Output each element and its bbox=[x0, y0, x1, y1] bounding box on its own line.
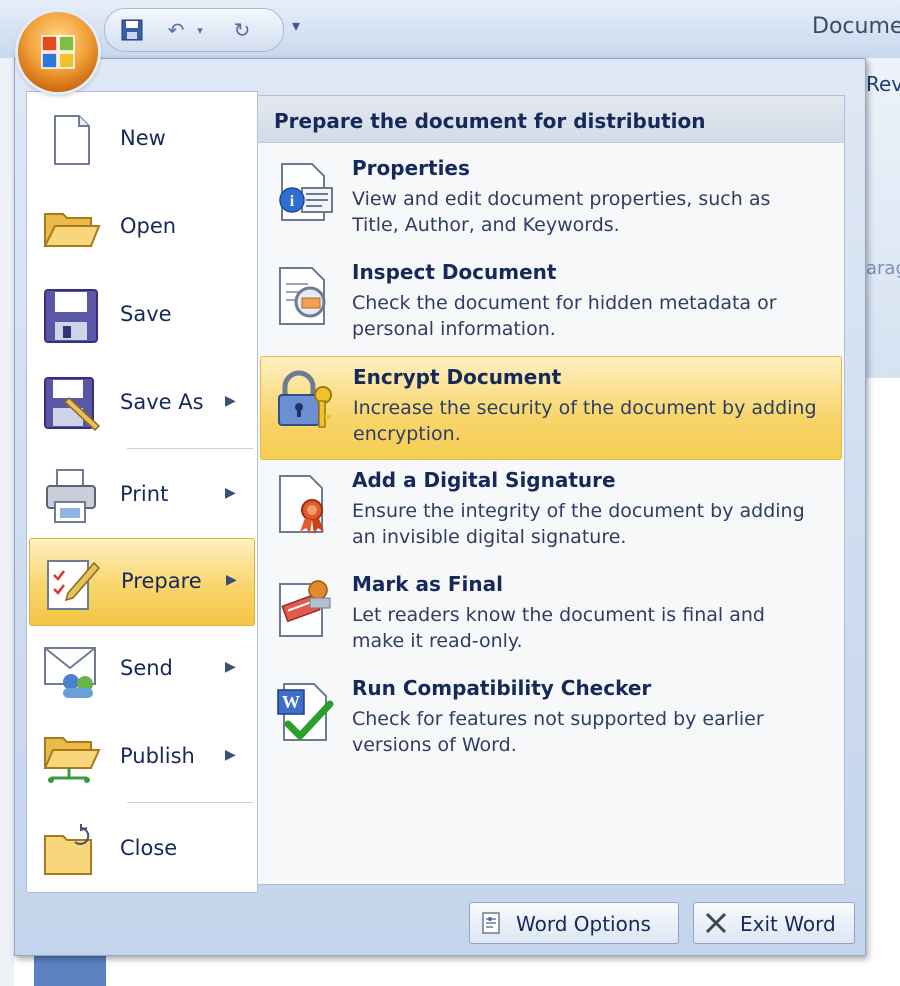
menu-item-label: Save bbox=[120, 302, 172, 326]
compatibility-check-icon: W bbox=[277, 683, 334, 742]
menu-item-label: Open bbox=[120, 214, 177, 238]
menu-item-label: Close bbox=[120, 836, 178, 860]
document-left-edge bbox=[0, 58, 14, 986]
properties-icon: i bbox=[279, 163, 333, 221]
open-folder-icon bbox=[43, 213, 101, 247]
submenu-arrow-icon: ▶ bbox=[226, 572, 237, 588]
prepare-item-inspect-document[interactable]: Inspect Document Check the document for … bbox=[260, 252, 840, 354]
new-document-icon bbox=[54, 115, 90, 165]
prepare-item-description: Check the document for hidden metadata o… bbox=[352, 292, 777, 340]
mark-final-icon bbox=[279, 580, 331, 637]
tab-review[interactable]: Rev bbox=[866, 72, 900, 96]
prepare-item-properties[interactable]: i Properties View and edit document prop… bbox=[260, 148, 840, 250]
chevron-down-icon[interactable]: ▾ bbox=[193, 19, 207, 41]
prepare-item-title: Inspect Document bbox=[352, 260, 557, 284]
office-menu-commands: New Open Save Save As ▶ Print ▶ Prepare … bbox=[26, 91, 258, 893]
submenu-arrow-icon: ▶ bbox=[225, 485, 236, 501]
printer-icon bbox=[46, 469, 96, 523]
office-button[interactable] bbox=[18, 12, 98, 92]
menu-separator bbox=[127, 802, 253, 803]
prepare-submenu: Prepare the document for distribution i … bbox=[257, 95, 845, 885]
lock-key-icon bbox=[278, 370, 332, 428]
menu-item-send[interactable]: Send ▶ bbox=[29, 626, 253, 712]
submenu-arrow-icon: ▶ bbox=[225, 659, 236, 675]
prepare-icon bbox=[47, 560, 101, 610]
office-logo-icon bbox=[41, 35, 75, 69]
quick-access-toolbar: ↶ ▾ ↻ bbox=[104, 8, 284, 52]
prepare-item-title: Add a Digital Signature bbox=[352, 468, 616, 492]
submenu-header: Prepare the document for distribution bbox=[258, 96, 844, 143]
ribbon-fragment bbox=[862, 58, 900, 378]
prepare-item-compatibility-checker[interactable]: W Run Compatibility Checker Check for fe… bbox=[260, 668, 840, 770]
title-bar: ↶ ▾ ↻ ▾ Docume bbox=[0, 0, 900, 59]
menu-item-label: Print bbox=[120, 482, 169, 506]
prepare-item-description: Ensure the integrity of the document by … bbox=[352, 500, 805, 548]
menu-item-save-as[interactable]: Save As ▶ bbox=[29, 360, 253, 446]
close-icon bbox=[705, 912, 727, 934]
word-options-label: Word Options bbox=[516, 912, 651, 936]
word-options-icon bbox=[482, 912, 500, 934]
office-menu: New Open Save Save As ▶ Print ▶ Prepare … bbox=[14, 58, 866, 956]
submenu-arrow-icon: ▶ bbox=[225, 393, 236, 409]
exit-word-button[interactable]: Exit Word bbox=[693, 902, 855, 944]
svg-text:i: i bbox=[290, 193, 295, 210]
menu-item-label: Prepare bbox=[121, 569, 202, 593]
menu-item-publish[interactable]: Publish ▶ bbox=[29, 714, 253, 800]
prepare-item-mark-as-final[interactable]: Mark as Final Let readers know the docum… bbox=[260, 564, 840, 666]
menu-separator bbox=[127, 448, 253, 449]
menu-item-label: Save As bbox=[120, 390, 204, 414]
prepare-item-description: Check for features not supported by earl… bbox=[352, 708, 764, 756]
svg-text:W: W bbox=[282, 692, 300, 712]
prepare-item-title: Properties bbox=[352, 156, 470, 180]
signature-ribbon-icon bbox=[279, 475, 324, 534]
ribbon-group-label: arag bbox=[866, 258, 900, 279]
prepare-item-encrypt-document[interactable]: Encrypt Document Increase the security o… bbox=[260, 356, 842, 460]
save-as-icon bbox=[44, 377, 101, 432]
submenu-arrow-icon: ▶ bbox=[225, 747, 236, 763]
menu-item-close[interactable]: Close bbox=[29, 806, 253, 892]
prepare-item-description: View and edit document properties, such … bbox=[352, 188, 771, 236]
prepare-item-description: Let readers know the document is final a… bbox=[352, 604, 765, 652]
menu-item-label: Publish bbox=[120, 744, 195, 768]
menu-item-label: Send bbox=[120, 656, 173, 680]
menu-item-save[interactable]: Save bbox=[29, 272, 253, 358]
redo-icon[interactable]: ↻ bbox=[229, 18, 255, 42]
word-options-button[interactable]: Word Options bbox=[469, 902, 679, 944]
prepare-item-digital-signature[interactable]: Add a Digital Signature Ensure the integ… bbox=[260, 460, 840, 562]
exit-word-label: Exit Word bbox=[740, 912, 836, 936]
menu-item-new[interactable]: New bbox=[29, 96, 253, 182]
undo-icon[interactable]: ↶ bbox=[163, 18, 189, 42]
publish-icon bbox=[43, 737, 101, 783]
submenu-title: Prepare the document for distribution bbox=[274, 109, 706, 133]
prepare-item-description: Increase the security of the document by… bbox=[353, 397, 817, 445]
menu-item-open[interactable]: Open bbox=[29, 184, 253, 270]
prepare-item-title: Encrypt Document bbox=[353, 365, 562, 389]
customize-qat-icon[interactable]: ▾ bbox=[292, 16, 300, 35]
menu-item-print[interactable]: Print ▶ bbox=[29, 452, 253, 538]
menu-item-label: New bbox=[120, 126, 166, 150]
save-icon bbox=[44, 289, 98, 343]
inspect-document-icon bbox=[279, 267, 326, 325]
prepare-item-title: Mark as Final bbox=[352, 572, 503, 596]
window-title: Docume bbox=[812, 14, 900, 39]
menu-item-prepare[interactable]: Prepare ▶ bbox=[29, 538, 255, 626]
send-icon bbox=[44, 647, 96, 698]
prepare-item-title: Run Compatibility Checker bbox=[352, 676, 652, 700]
save-icon[interactable] bbox=[119, 19, 145, 41]
close-folder-icon bbox=[44, 824, 92, 875]
